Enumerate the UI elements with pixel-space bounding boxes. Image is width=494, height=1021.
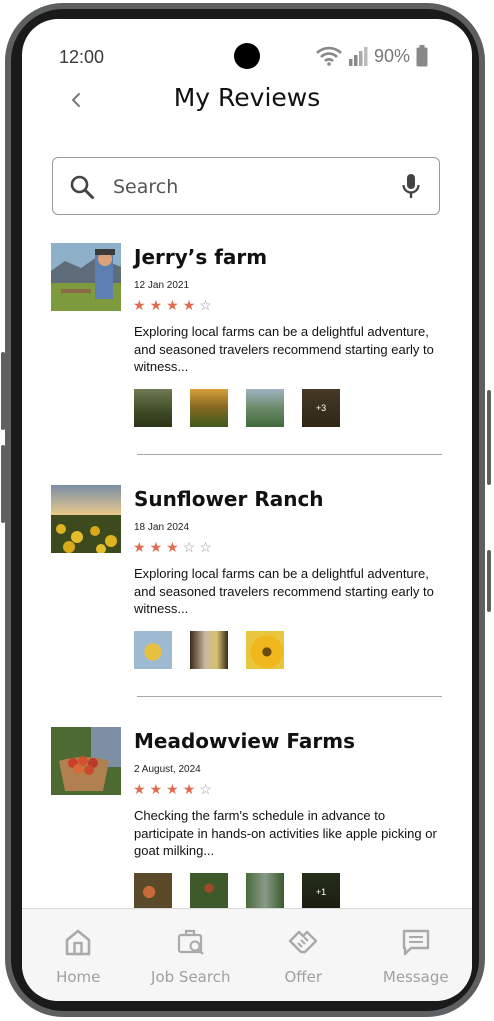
star-filled-icon: ★ bbox=[166, 297, 179, 313]
review-photo[interactable] bbox=[246, 389, 284, 427]
star-empty-icon: ☆ bbox=[199, 297, 212, 313]
status-bar: 12:00 90% bbox=[22, 43, 472, 73]
star-filled-icon: ★ bbox=[133, 781, 146, 797]
review-date: 18 Jan 2024 bbox=[134, 522, 190, 533]
star-filled-icon: ★ bbox=[166, 539, 179, 555]
home-icon bbox=[65, 929, 91, 956]
review-photo[interactable] bbox=[134, 631, 172, 669]
review-text: Checking the farm's schedule in advance … bbox=[134, 808, 437, 858]
phone-button-right-2 bbox=[487, 550, 491, 612]
status-time: 12:00 bbox=[59, 47, 105, 67]
star-filled-icon: ★ bbox=[149, 297, 163, 313]
nav-label: Job Search bbox=[151, 968, 231, 986]
nav-label: Offer bbox=[284, 968, 323, 986]
review-photo[interactable] bbox=[190, 389, 228, 427]
star-filled-icon: ★ bbox=[182, 297, 196, 313]
review-photo[interactable] bbox=[190, 873, 228, 911]
divider bbox=[137, 696, 442, 697]
star-empty-icon: ☆ bbox=[182, 539, 196, 555]
farm-thumbnail bbox=[51, 485, 121, 553]
star-filled-icon: ★ bbox=[133, 297, 146, 313]
star-filled-icon: ★ bbox=[182, 781, 196, 797]
star-empty-icon: ☆ bbox=[199, 539, 212, 555]
star-filled-icon: ★ bbox=[149, 781, 163, 797]
review-date: 12 Jan 2021 bbox=[134, 280, 190, 291]
signal-icon bbox=[348, 47, 368, 66]
review-photo[interactable] bbox=[190, 631, 228, 669]
handshake-icon bbox=[289, 930, 318, 954]
status-icons: 90% bbox=[316, 45, 428, 67]
review-photo[interactable] bbox=[134, 389, 172, 427]
review-photo-more[interactable]: +3 bbox=[302, 389, 340, 427]
phone-button-left-2 bbox=[1, 445, 5, 523]
star-filled-icon: ★ bbox=[149, 539, 163, 555]
camera-cutout bbox=[234, 43, 260, 69]
phone-button-left-1 bbox=[1, 352, 5, 430]
review-text: Exploring local farms can be a delightfu… bbox=[134, 566, 434, 616]
battery-icon bbox=[416, 45, 428, 67]
review-photo[interactable] bbox=[246, 873, 284, 911]
search-input[interactable] bbox=[111, 158, 385, 215]
review-photos bbox=[134, 631, 284, 669]
header: My Reviews bbox=[22, 79, 472, 123]
review-photos: +1 bbox=[134, 873, 340, 911]
farm-name: Meadowview Farms bbox=[134, 729, 355, 753]
review-photo-more[interactable]: +1 bbox=[302, 873, 340, 911]
review-photo[interactable] bbox=[134, 873, 172, 911]
microphone-icon[interactable] bbox=[401, 173, 421, 201]
star-rating: ★ ★ ★ ☆ ☆ bbox=[133, 539, 212, 556]
star-rating: ★ ★ ★ ★ ☆ bbox=[133, 297, 212, 314]
review-date: 2 August, 2024 bbox=[134, 764, 201, 775]
message-icon bbox=[402, 929, 429, 956]
page-title: My Reviews bbox=[173, 83, 321, 112]
farm-name: Sunflower Ranch bbox=[134, 487, 324, 511]
star-filled-icon: ★ bbox=[133, 539, 146, 555]
search-icon[interactable] bbox=[69, 174, 95, 200]
wifi-icon bbox=[316, 46, 342, 66]
review-photo[interactable] bbox=[246, 631, 284, 669]
review-text: Exploring local farms can be a delightfu… bbox=[134, 324, 434, 374]
nav-item-home[interactable]: Home bbox=[22, 909, 135, 1001]
star-filled-icon: ★ bbox=[166, 781, 179, 797]
divider bbox=[137, 454, 442, 455]
more-photos-count: +1 bbox=[302, 873, 340, 911]
more-photos-count: +3 bbox=[302, 389, 340, 427]
star-rating: ★ ★ ★ ★ ☆ bbox=[133, 781, 212, 798]
nav-label: Message bbox=[382, 968, 449, 986]
farm-name: Jerry’s farm bbox=[134, 245, 268, 269]
job-search-icon bbox=[177, 929, 204, 955]
farm-thumbnail bbox=[51, 243, 121, 311]
nav-item-message[interactable]: Message bbox=[360, 909, 473, 1001]
nav-item-job-search[interactable]: Job Search bbox=[135, 909, 248, 1001]
nav-label: Home bbox=[56, 968, 101, 986]
battery-percent: 90% bbox=[373, 45, 410, 66]
bottom-navigation: Home Job Search Offer Message bbox=[22, 908, 472, 1001]
star-empty-icon: ☆ bbox=[199, 781, 212, 797]
phone-button-right-1 bbox=[487, 390, 491, 485]
nav-item-offer[interactable]: Offer bbox=[247, 909, 360, 1001]
search-bar[interactable] bbox=[52, 157, 440, 215]
review-photos: +3 bbox=[134, 389, 340, 427]
farm-thumbnail bbox=[51, 727, 121, 795]
screen: 12:00 90% My Reviews Search Jerry’s farm… bbox=[22, 19, 472, 1001]
